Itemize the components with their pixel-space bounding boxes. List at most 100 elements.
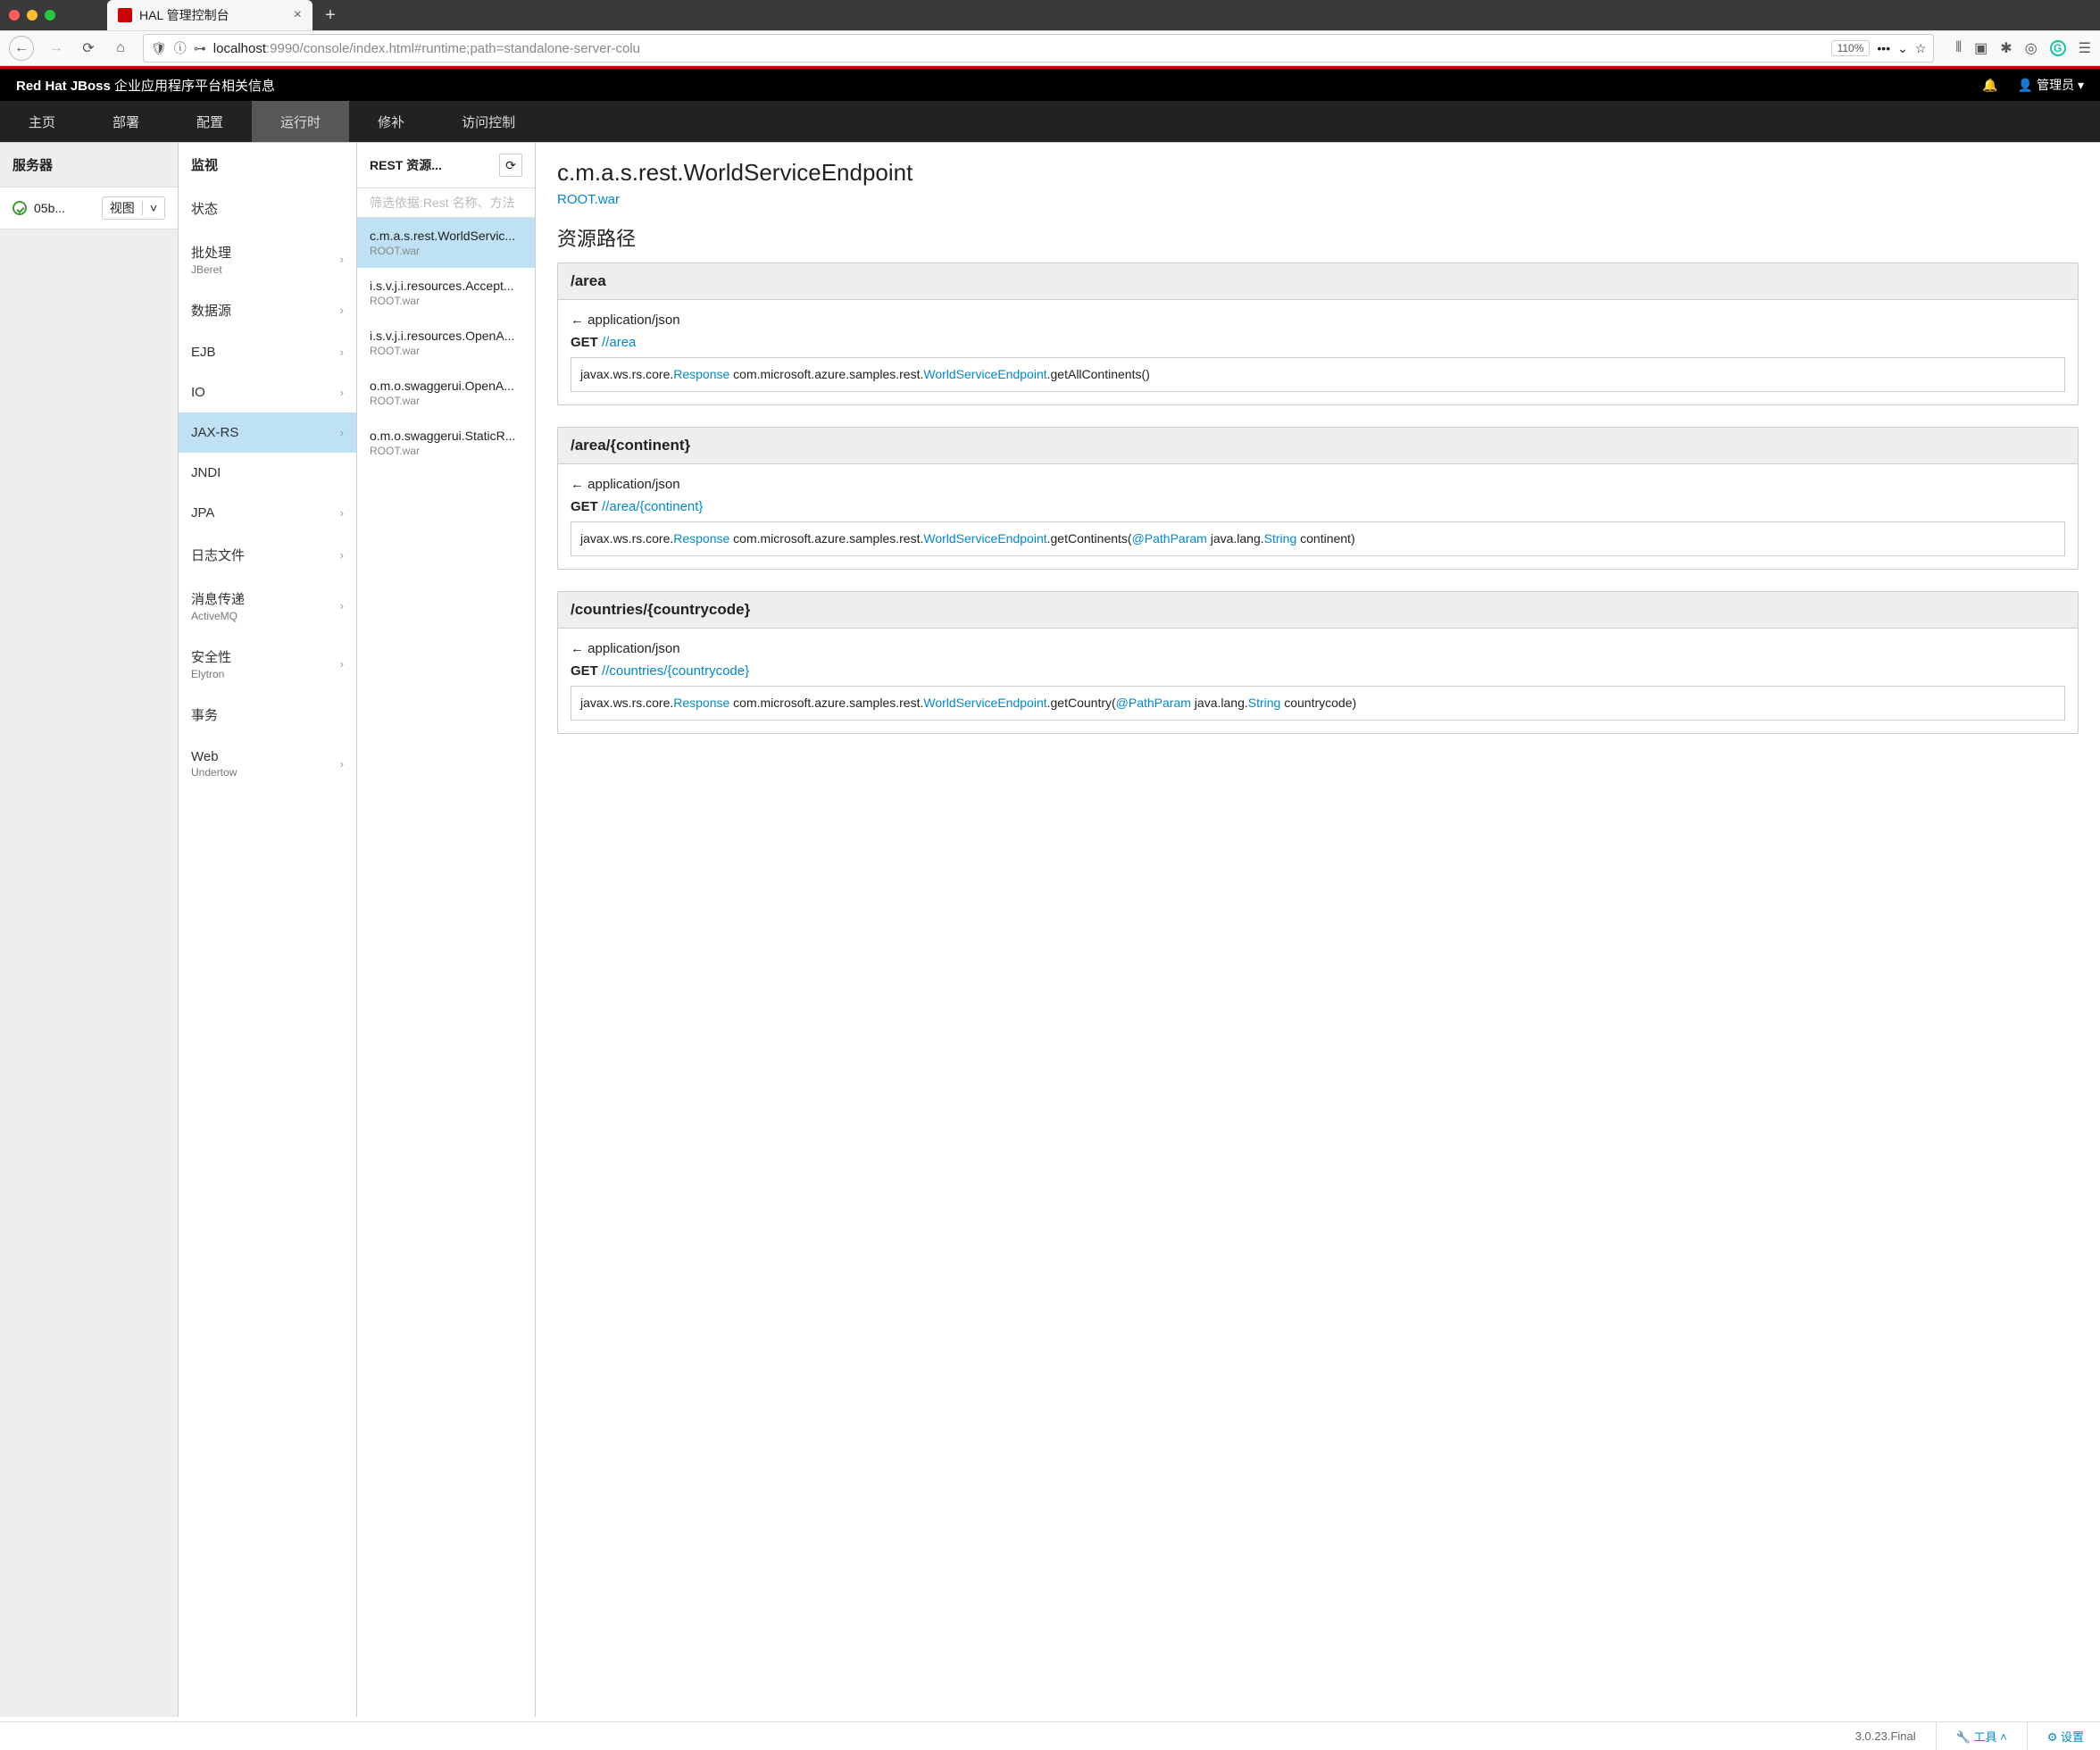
- grammarly-icon[interactable]: G: [2050, 40, 2066, 56]
- resource-item[interactable]: o.m.o.swaggerui.StaticR...ROOT.war: [357, 418, 535, 468]
- consumes-label: ← application/json: [571, 477, 2065, 492]
- forward-button[interactable]: →: [46, 38, 66, 58]
- detail-pane: c.m.a.s.rest.WorldServiceEndpoint ROOT.w…: [536, 143, 2100, 1717]
- section-title: 资源路径: [557, 223, 2079, 252]
- column-monitor: 监视 状态批处理JBeret›数据源›EJB›IO›JAX-RS›JNDIJPA…: [179, 143, 357, 1717]
- pocket-icon[interactable]: ⌄: [1897, 41, 1908, 56]
- chevron-right-icon: ›: [340, 657, 344, 671]
- favicon-icon: [118, 8, 132, 22]
- back-button[interactable]: ←: [9, 36, 34, 61]
- chevron-right-icon: ›: [340, 599, 344, 612]
- settings-link[interactable]: ⚙ 设置: [2047, 1728, 2084, 1745]
- nav-运行时[interactable]: 运行时: [252, 101, 349, 142]
- chevron-right-icon: ›: [340, 346, 344, 359]
- browser-tab[interactable]: HAL 管理控制台 ×: [107, 0, 312, 30]
- titlebar: HAL 管理控制台 × +: [0, 0, 2100, 30]
- more-icon[interactable]: •••: [1877, 41, 1890, 55]
- refresh-button[interactable]: ⟳: [499, 154, 522, 177]
- version-label: 3.0.23.Final: [1855, 1729, 1916, 1743]
- resource-item[interactable]: o.m.o.swaggerui.OpenA...ROOT.war: [357, 368, 535, 418]
- nav-配置[interactable]: 配置: [168, 101, 252, 142]
- traffic-light-minimize-icon[interactable]: [27, 10, 38, 21]
- status-ok-icon: [12, 201, 27, 215]
- chevron-right-icon: ›: [340, 757, 344, 771]
- reload-button[interactable]: ⟳: [79, 38, 98, 58]
- column-title: REST 资源...: [370, 156, 442, 174]
- home-button[interactable]: ⌂: [111, 38, 130, 58]
- tab-close-icon[interactable]: ×: [294, 7, 302, 23]
- extension-icon[interactable]: ✱: [2000, 39, 2012, 57]
- chevron-right-icon: ›: [340, 506, 344, 520]
- nav-修补[interactable]: 修补: [349, 101, 433, 142]
- resource-item[interactable]: i.s.v.j.i.resources.OpenA...ROOT.war: [357, 318, 535, 368]
- signature-box: javax.ws.rs.core.Response com.microsoft.…: [571, 357, 2065, 392]
- monitor-item[interactable]: 批处理JBeret›: [179, 230, 356, 288]
- finder: 服务器 05b... 视图˅ 监视 状态批处理JBeret›数据源›EJB›IO…: [0, 142, 2100, 1717]
- path-header: /area/{continent}: [558, 428, 2078, 464]
- deployment-link[interactable]: ROOT.war: [557, 192, 620, 207]
- main-nav: 主页部署配置运行时修补访问控制: [0, 101, 2100, 142]
- new-tab-button[interactable]: +: [320, 4, 341, 26]
- column-rest-resources: REST 资源... ⟳ c.m.a.s.rest.WorldServic...…: [357, 143, 536, 1717]
- method-line: GET //area: [571, 335, 2065, 350]
- chevron-right-icon: ›: [340, 548, 344, 562]
- monitor-item[interactable]: 安全性Elytron›: [179, 635, 356, 693]
- traffic-light-close-icon[interactable]: [9, 10, 20, 21]
- path-header: /countries/{countrycode}: [558, 592, 2078, 629]
- path-card: /area/{continent}← application/jsonGET /…: [557, 427, 2079, 570]
- browser-chrome: HAL 管理控制台 × + ← → ⟳ ⌂ 🛡 ⓘ ⊶ localhost:99…: [0, 0, 2100, 66]
- account-icon[interactable]: ◎: [2025, 39, 2038, 57]
- chevron-right-icon: ›: [340, 426, 344, 439]
- chevron-right-icon: ›: [340, 386, 344, 399]
- server-name: 05b...: [34, 201, 65, 215]
- monitor-item[interactable]: JPA›: [179, 493, 356, 533]
- monitor-item[interactable]: 状态: [179, 187, 356, 230]
- monitor-item[interactable]: 数据源›: [179, 288, 356, 332]
- app-header: Red Hat JBoss 企业应用程序平台相关信息 🔔 👤 管理员 ▾: [0, 69, 2100, 101]
- monitor-item[interactable]: JNDI: [179, 453, 356, 493]
- signature-box: javax.ws.rs.core.Response com.microsoft.…: [571, 521, 2065, 556]
- address-bar[interactable]: 🛡 ⓘ ⊶ localhost:9990/console/index.html#…: [143, 34, 1934, 62]
- key-icon: ⊶: [194, 41, 206, 56]
- monitor-item[interactable]: IO›: [179, 372, 356, 412]
- footer: 3.0.23.Final 🔧 工具 ˄ ⚙ 设置: [0, 1721, 2100, 1750]
- user-menu[interactable]: 👤 管理员 ▾: [2018, 76, 2084, 94]
- view-dropdown[interactable]: 视图˅: [102, 196, 165, 220]
- method-line: GET //countries/{countrycode}: [571, 663, 2065, 679]
- resource-item[interactable]: c.m.a.s.rest.WorldServic...ROOT.war: [357, 218, 535, 268]
- app-title: Red Hat JBoss 企业应用程序平台相关信息: [16, 76, 275, 95]
- path-link[interactable]: //area: [602, 335, 636, 350]
- reader-icon[interactable]: ▣: [1974, 39, 1988, 57]
- monitor-item[interactable]: 事务: [179, 693, 356, 737]
- nav-访问控制[interactable]: 访问控制: [433, 101, 544, 142]
- server-row[interactable]: 05b... 视图˅: [0, 187, 178, 229]
- resource-item[interactable]: i.s.v.j.i.resources.Accept...ROOT.war: [357, 268, 535, 318]
- nav-部署[interactable]: 部署: [84, 101, 168, 142]
- chevron-right-icon: ›: [340, 304, 344, 317]
- tools-menu[interactable]: 🔧 工具 ˄: [1956, 1728, 2007, 1745]
- signature-box: javax.ws.rs.core.Response com.microsoft.…: [571, 686, 2065, 721]
- notifications-icon[interactable]: 🔔: [1982, 78, 1997, 93]
- nav-主页[interactable]: 主页: [0, 101, 84, 142]
- menu-icon[interactable]: ☰: [2079, 39, 2091, 57]
- monitor-item[interactable]: 日志文件›: [179, 533, 356, 577]
- column-servers: 服务器 05b... 视图˅: [0, 143, 179, 1717]
- monitor-item[interactable]: JAX-RS›: [179, 412, 356, 453]
- chevron-right-icon: ›: [340, 253, 344, 266]
- consumes-label: ← application/json: [571, 641, 2065, 656]
- path-link[interactable]: //countries/{countrycode}: [602, 663, 749, 679]
- tab-title: HAL 管理控制台: [139, 6, 229, 24]
- monitor-item[interactable]: EJB›: [179, 332, 356, 372]
- filter-input[interactable]: [357, 188, 535, 218]
- library-icon[interactable]: ⫴: [1955, 40, 1962, 56]
- monitor-item[interactable]: 消息传递ActiveMQ›: [179, 577, 356, 635]
- detail-heading: c.m.a.s.rest.WorldServiceEndpoint: [557, 159, 2079, 187]
- path-link[interactable]: //area/{continent}: [602, 499, 703, 514]
- zoom-badge[interactable]: 110%: [1831, 40, 1871, 56]
- path-card: /area← application/jsonGET //areajavax.w…: [557, 262, 2079, 405]
- column-title: 服务器: [0, 143, 178, 187]
- traffic-light-zoom-icon[interactable]: [45, 10, 55, 21]
- user-icon: 👤: [2018, 78, 2033, 92]
- monitor-item[interactable]: WebUndertow›: [179, 737, 356, 791]
- bookmark-icon[interactable]: ☆: [1915, 41, 1927, 56]
